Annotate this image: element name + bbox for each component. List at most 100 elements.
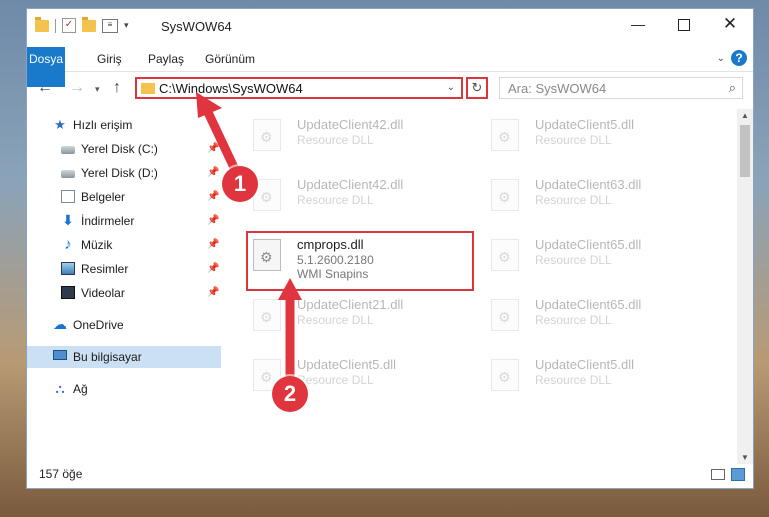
- sidebar-item-label: Videolar: [81, 286, 125, 300]
- music-icon: ♪: [64, 236, 72, 253]
- close-button[interactable]: ✕: [707, 9, 753, 39]
- scrollbar-thumb[interactable]: [740, 125, 750, 177]
- search-icon[interactable]: ⌕: [729, 80, 736, 96]
- sidebar-item-local-disk-c[interactable]: Yerel Disk (C:) 📌: [27, 138, 221, 160]
- tab-home[interactable]: Giriş: [87, 47, 132, 71]
- dll-file-icon: [491, 299, 519, 331]
- dll-file-icon: [491, 239, 519, 271]
- file-name: UpdateClient65.dll: [535, 237, 642, 252]
- pin-icon[interactable]: 📌: [207, 162, 219, 184]
- tiles-view-icon[interactable]: [731, 468, 745, 481]
- sidebar-item-label: Belgeler: [81, 190, 126, 204]
- sidebar-item-label: Müzik: [81, 238, 113, 252]
- disk-icon: [61, 146, 75, 154]
- sidebar-item-downloads[interactable]: ⬇ İndirmeler 📌: [27, 210, 221, 232]
- pin-icon[interactable]: 📌: [207, 258, 219, 280]
- pin-icon[interactable]: 📌: [207, 210, 219, 232]
- sidebar-item-local-disk-d[interactable]: Yerel Disk (D:) 📌: [27, 162, 221, 184]
- pictures-icon: [61, 262, 75, 275]
- help-icon[interactable]: ?: [731, 50, 747, 66]
- refresh-button[interactable]: ↻: [466, 77, 488, 99]
- recent-locations-chevron-icon[interactable]: ▾: [95, 84, 100, 95]
- dll-file-icon: [491, 179, 519, 211]
- expand-ribbon-chevron-icon[interactable]: ⌄: [717, 53, 725, 64]
- file-item[interactable]: UpdateClient42.dll Resource DLL: [245, 115, 465, 155]
- file-name: UpdateClient21.dll: [297, 297, 404, 312]
- file-name: UpdateClient42.dll: [297, 117, 404, 132]
- tab-share[interactable]: Paylaş: [138, 47, 194, 71]
- computer-icon: [53, 350, 67, 360]
- sidebar-item-onedrive[interactable]: ☁ OneDrive: [27, 314, 221, 336]
- pin-icon[interactable]: 📌: [207, 234, 219, 256]
- cloud-icon: ☁: [53, 316, 67, 332]
- pin-icon[interactable]: 📌: [207, 186, 219, 208]
- vertical-scrollbar[interactable]: ▲ ▼: [737, 109, 753, 464]
- properties-check-icon[interactable]: ✓: [62, 18, 76, 33]
- file-name: UpdateClient42.dll: [297, 177, 404, 192]
- sidebar-item-label: Hızlı erişim: [73, 118, 133, 132]
- sidebar-item-label: OneDrive: [73, 318, 124, 332]
- maximize-button[interactable]: [661, 9, 707, 39]
- file-description: Resource DLL: [535, 313, 612, 327]
- address-dropdown-chevron-icon[interactable]: ⌄: [447, 82, 455, 93]
- sidebar-item-label: Bu bilgisayar: [73, 350, 142, 364]
- file-item[interactable]: UpdateClient42.dll Resource DLL: [245, 175, 465, 215]
- minimize-button[interactable]: —: [615, 9, 661, 39]
- file-item[interactable]: UpdateClient21.dll Resource DLL: [245, 295, 465, 335]
- navigation-bar: ← → ▾ ↑ C:\Windows\SysWOW64 ⌄ ↻ Ara: Sys…: [27, 75, 753, 103]
- disk-icon: [61, 170, 75, 178]
- file-item[interactable]: UpdateClient5.dll Resource DLL: [483, 355, 703, 395]
- tab-view[interactable]: Görünüm: [195, 47, 265, 71]
- pin-icon[interactable]: 📌: [207, 138, 219, 160]
- sidebar-item-label: Yerel Disk (C:): [81, 142, 158, 156]
- file-name: UpdateClient5.dll: [535, 357, 635, 372]
- scroll-down-icon[interactable]: ▼: [741, 453, 749, 462]
- dll-file-icon: [253, 299, 281, 331]
- sidebar-item-this-pc[interactable]: Bu bilgisayar: [27, 346, 221, 368]
- file-description: Resource DLL: [297, 133, 374, 147]
- file-name: UpdateClient63.dll: [535, 177, 642, 192]
- star-icon: ★: [54, 117, 66, 132]
- details-view-icon[interactable]: [711, 469, 725, 480]
- new-folder-icon[interactable]: [82, 16, 96, 32]
- file-description: Resource DLL: [535, 253, 612, 267]
- sidebar-item-label: Resimler: [81, 262, 129, 276]
- sidebar-item-music[interactable]: ♪ Müzik 📌: [27, 234, 221, 256]
- up-button[interactable]: ↑: [113, 79, 121, 97]
- address-path[interactable]: C:\Windows\SysWOW64: [159, 81, 303, 96]
- address-bar[interactable]: C:\Windows\SysWOW64 ⌄: [135, 77, 463, 99]
- toolbar-divider: [55, 18, 56, 33]
- file-description: Resource DLL: [535, 133, 612, 147]
- highlight-target-file: [246, 231, 474, 291]
- forward-button[interactable]: →: [69, 79, 85, 97]
- sidebar-item-documents[interactable]: Belgeler 📌: [27, 186, 221, 208]
- dll-file-icon: [491, 119, 519, 151]
- folder-icon: [35, 16, 49, 32]
- sidebar-item-videos[interactable]: Videolar 📌: [27, 282, 221, 304]
- sidebar-item-quick-access[interactable]: ★ Hızlı erişim: [27, 114, 221, 136]
- search-box[interactable]: Ara: SysWOW64 ⌕: [499, 77, 743, 99]
- file-item[interactable]: UpdateClient5.dll Resource DLL: [483, 115, 703, 155]
- sidebar-item-network[interactable]: ⛬ Ağ: [27, 378, 221, 400]
- navigation-pane: ★ Hızlı erişim Yerel Disk (C:) 📌 Yerel D…: [27, 109, 221, 464]
- file-name: UpdateClient5.dll: [297, 357, 397, 372]
- file-description: Resource DLL: [535, 373, 612, 387]
- window-title: SysWOW64: [161, 19, 232, 34]
- sidebar-item-pictures[interactable]: Resimler 📌: [27, 258, 221, 280]
- scroll-up-icon[interactable]: ▲: [741, 111, 749, 120]
- download-icon: ⬇: [62, 212, 74, 228]
- customize-toolbar-chevron-icon[interactable]: ▾: [124, 20, 129, 31]
- file-item[interactable]: UpdateClient65.dll Resource DLL: [483, 235, 703, 275]
- item-count: 157 öğe: [39, 467, 83, 481]
- file-item[interactable]: UpdateClient63.dll Resource DLL: [483, 175, 703, 215]
- file-name: UpdateClient65.dll: [535, 297, 642, 312]
- file-explorer-window: ✓ ≡ ▾ SysWOW64 — ✕ Dosya Giriş Paylaş Gö…: [26, 8, 754, 489]
- document-icon: [61, 190, 75, 203]
- file-description: Resource DLL: [297, 313, 374, 327]
- search-input[interactable]: Ara: SysWOW64: [508, 81, 606, 96]
- file-description: Resource DLL: [297, 193, 374, 207]
- back-button[interactable]: ←: [37, 79, 53, 97]
- file-item[interactable]: UpdateClient65.dll Resource DLL: [483, 295, 703, 335]
- pin-icon[interactable]: 📌: [207, 282, 219, 304]
- properties-icon[interactable]: ≡: [102, 18, 118, 33]
